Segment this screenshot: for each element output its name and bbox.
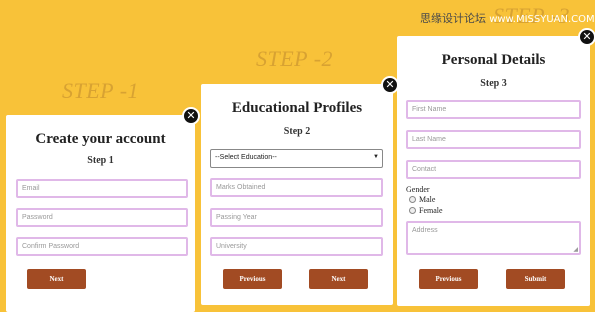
- dropdown-arrow-icon: ▼: [373, 154, 379, 160]
- contact-field[interactable]: Contact: [406, 160, 581, 179]
- card-title: Create your account: [35, 131, 166, 147]
- step-1-heading: STEP -1: [62, 78, 140, 103]
- step-label: Step 1: [87, 155, 114, 166]
- submit-button[interactable]: Submit: [506, 269, 565, 289]
- radio-label: Male: [419, 195, 436, 204]
- watermark: 思缘设计论坛 www.MISSYUAN.COM: [420, 10, 595, 26]
- education-select-value: --Select Education--: [215, 154, 277, 161]
- education-select[interactable]: --Select Education-- ▼: [210, 149, 383, 168]
- card-title: Educational Profiles: [231, 100, 363, 116]
- address-textarea[interactable]: Address ◢: [406, 221, 581, 255]
- close-icon[interactable]: ✕: [578, 28, 595, 46]
- last-name-field[interactable]: Last Name: [406, 130, 581, 149]
- step-label: Step 3: [480, 78, 507, 89]
- next-button[interactable]: Next: [27, 269, 86, 289]
- password-field[interactable]: Password: [16, 208, 188, 227]
- passing-year-field[interactable]: Passing Year: [210, 208, 383, 227]
- gender-label: Gender: [406, 185, 430, 194]
- gender-female-option[interactable]: Female: [409, 206, 443, 215]
- step-label: Step 2: [283, 126, 311, 137]
- create-account-card: ✕ Create your account Step 1 Email Passw…: [6, 107, 200, 312]
- step-2-heading: STEP -2: [256, 46, 334, 71]
- address-placeholder: Address: [412, 227, 438, 234]
- personal-details-card: ✕ Personal Details Step 3 First Name Las…: [397, 28, 595, 306]
- confirm-password-field[interactable]: Confirm Password: [16, 237, 188, 256]
- watermark-site: www.MISSYUAN.COM: [489, 14, 595, 25]
- next-button[interactable]: Next: [309, 269, 368, 289]
- email-field[interactable]: Email: [16, 179, 188, 198]
- university-field[interactable]: University: [210, 237, 383, 256]
- gender-male-option[interactable]: Male: [409, 195, 435, 204]
- resize-grip-icon[interactable]: ◢: [573, 247, 578, 253]
- marks-obtained-field[interactable]: Marks Obtained: [210, 178, 383, 197]
- first-name-field[interactable]: First Name: [406, 100, 581, 119]
- previous-button[interactable]: Previous: [223, 269, 282, 289]
- close-icon[interactable]: ✕: [182, 107, 200, 125]
- previous-button[interactable]: Previous: [419, 269, 478, 289]
- radio-icon[interactable]: [409, 207, 416, 214]
- radio-label: Female: [419, 206, 443, 215]
- watermark-chinese: 思缘设计论坛: [420, 12, 486, 25]
- radio-icon[interactable]: [409, 196, 416, 203]
- card-title: Personal Details: [441, 52, 546, 68]
- educational-profiles-card: ✕ Educational Profiles Step 2 --Select E…: [201, 76, 399, 305]
